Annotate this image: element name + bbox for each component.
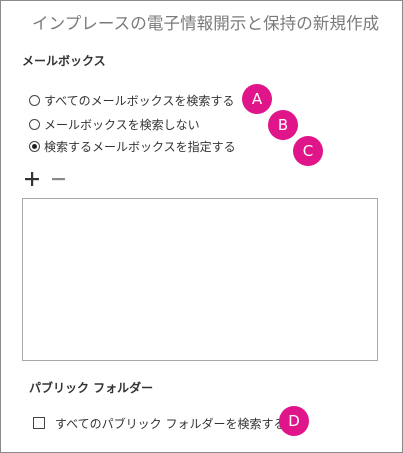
radio-button[interactable] [29,94,40,106]
mailboxes-heading: メールボックス [22,54,106,68]
checkbox-label: すべてのパブリック フォルダーを検索する [55,416,286,431]
callout-a: A [242,84,272,114]
radio-button[interactable] [29,118,40,130]
minus-icon[interactable] [52,172,65,186]
checkbox-search-all-public-folders[interactable]: すべてのパブリック フォルダーを検索する [33,415,286,431]
dialog-title: インプレースの電子情報開示と保持の新規作成 [32,14,380,33]
mailbox-list[interactable] [22,198,378,361]
radio-label: メールボックスを検索しない [44,117,200,132]
radio-label: すべてのメールボックスを検索する [44,93,235,108]
public-folders-heading: パブリック フォルダー [29,381,154,395]
plus-icon[interactable] [25,172,39,186]
radio-search-all-mailboxes[interactable]: すべてのメールボックスを検索する [29,92,234,108]
callout-d: D [279,406,309,436]
radio-dont-search-mailboxes[interactable]: メールボックスを検索しない [29,116,200,132]
callout-c: C [293,136,323,166]
radio-specify-mailboxes[interactable]: 検索するメールボックスを指定する [29,138,236,154]
checkbox[interactable] [33,417,45,429]
radio-button-selected[interactable] [29,140,40,152]
callout-b: B [268,110,298,140]
radio-label: 検索するメールボックスを指定する [44,139,236,154]
